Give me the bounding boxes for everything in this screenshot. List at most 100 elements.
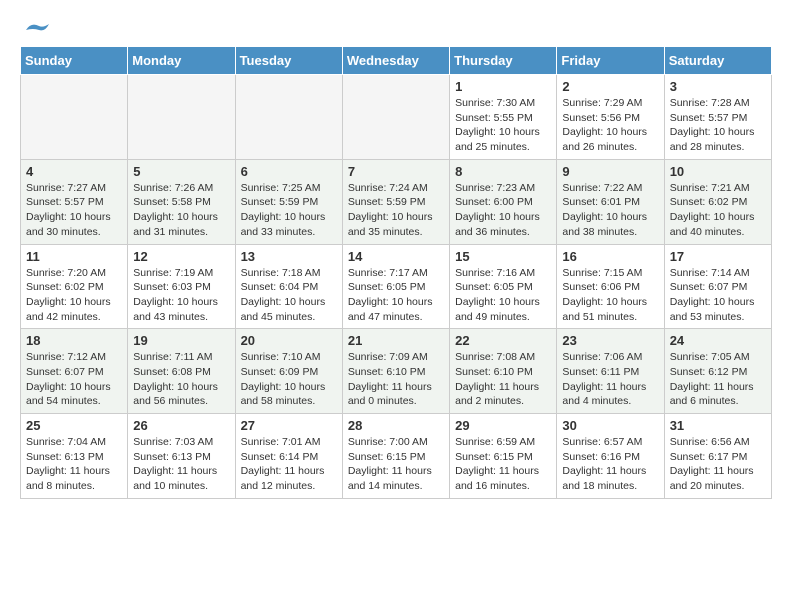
logo — [20, 20, 52, 36]
sunset-label: Sunset: 6:05 PM — [348, 281, 426, 293]
sunset-label: Sunset: 6:10 PM — [455, 366, 533, 378]
day-info: Sunrise: 7:26 AM Sunset: 5:58 PM Dayligh… — [133, 181, 229, 240]
sunset-label: Sunset: 6:05 PM — [455, 281, 533, 293]
sunset-label: Sunset: 5:58 PM — [133, 196, 211, 208]
day-info: Sunrise: 7:20 AM Sunset: 6:02 PM Dayligh… — [26, 266, 122, 325]
sunrise-label: Sunrise: 7:10 AM — [241, 351, 321, 363]
calendar-cell: 14 Sunrise: 7:17 AM Sunset: 6:05 PM Dayl… — [342, 244, 449, 329]
daylight-label: Daylight: 10 hours and 38 minutes. — [562, 211, 647, 238]
day-number: 6 — [241, 164, 337, 179]
day-info: Sunrise: 7:14 AM Sunset: 6:07 PM Dayligh… — [670, 266, 766, 325]
sunrise-label: Sunrise: 7:19 AM — [133, 267, 213, 279]
daylight-label: Daylight: 11 hours and 10 minutes. — [133, 465, 217, 492]
day-number: 7 — [348, 164, 444, 179]
day-info: Sunrise: 7:04 AM Sunset: 6:13 PM Dayligh… — [26, 435, 122, 494]
day-number: 13 — [241, 249, 337, 264]
day-number: 30 — [562, 418, 658, 433]
sunset-label: Sunset: 6:15 PM — [348, 451, 426, 463]
sunset-label: Sunset: 6:02 PM — [26, 281, 104, 293]
sunset-label: Sunset: 6:14 PM — [241, 451, 319, 463]
daylight-label: Daylight: 10 hours and 58 minutes. — [241, 381, 326, 408]
day-number: 26 — [133, 418, 229, 433]
header-thursday: Thursday — [450, 47, 557, 75]
calendar-cell: 9 Sunrise: 7:22 AM Sunset: 6:01 PM Dayli… — [557, 159, 664, 244]
sunrise-label: Sunrise: 6:59 AM — [455, 436, 535, 448]
calendar-cell: 28 Sunrise: 7:00 AM Sunset: 6:15 PM Dayl… — [342, 414, 449, 499]
day-info: Sunrise: 7:29 AM Sunset: 5:56 PM Dayligh… — [562, 96, 658, 155]
daylight-label: Daylight: 11 hours and 4 minutes. — [562, 381, 646, 408]
calendar-cell: 19 Sunrise: 7:11 AM Sunset: 6:08 PM Dayl… — [128, 329, 235, 414]
sunset-label: Sunset: 6:01 PM — [562, 196, 640, 208]
sunset-label: Sunset: 6:00 PM — [455, 196, 533, 208]
day-info: Sunrise: 7:15 AM Sunset: 6:06 PM Dayligh… — [562, 266, 658, 325]
sunset-label: Sunset: 6:08 PM — [133, 366, 211, 378]
calendar-cell — [21, 75, 128, 160]
day-info: Sunrise: 7:18 AM Sunset: 6:04 PM Dayligh… — [241, 266, 337, 325]
day-info: Sunrise: 7:30 AM Sunset: 5:55 PM Dayligh… — [455, 96, 551, 155]
sunset-label: Sunset: 6:15 PM — [455, 451, 533, 463]
calendar-cell: 8 Sunrise: 7:23 AM Sunset: 6:00 PM Dayli… — [450, 159, 557, 244]
day-number: 25 — [26, 418, 122, 433]
day-number: 4 — [26, 164, 122, 179]
day-info: Sunrise: 7:24 AM Sunset: 5:59 PM Dayligh… — [348, 181, 444, 240]
day-number: 10 — [670, 164, 766, 179]
day-info: Sunrise: 7:27 AM Sunset: 5:57 PM Dayligh… — [26, 181, 122, 240]
sunset-label: Sunset: 5:57 PM — [26, 196, 104, 208]
daylight-label: Daylight: 10 hours and 43 minutes. — [133, 296, 218, 323]
calendar-cell: 12 Sunrise: 7:19 AM Sunset: 6:03 PM Dayl… — [128, 244, 235, 329]
day-number: 16 — [562, 249, 658, 264]
header-wednesday: Wednesday — [342, 47, 449, 75]
day-number: 31 — [670, 418, 766, 433]
day-info: Sunrise: 6:59 AM Sunset: 6:15 PM Dayligh… — [455, 435, 551, 494]
calendar-cell: 20 Sunrise: 7:10 AM Sunset: 6:09 PM Dayl… — [235, 329, 342, 414]
daylight-label: Daylight: 10 hours and 51 minutes. — [562, 296, 647, 323]
daylight-label: Daylight: 11 hours and 14 minutes. — [348, 465, 432, 492]
sunset-label: Sunset: 6:09 PM — [241, 366, 319, 378]
calendar-cell: 7 Sunrise: 7:24 AM Sunset: 5:59 PM Dayli… — [342, 159, 449, 244]
day-number: 27 — [241, 418, 337, 433]
day-info: Sunrise: 7:03 AM Sunset: 6:13 PM Dayligh… — [133, 435, 229, 494]
day-number: 2 — [562, 79, 658, 94]
sunset-label: Sunset: 6:03 PM — [133, 281, 211, 293]
day-info: Sunrise: 7:17 AM Sunset: 6:05 PM Dayligh… — [348, 266, 444, 325]
calendar-cell: 4 Sunrise: 7:27 AM Sunset: 5:57 PM Dayli… — [21, 159, 128, 244]
sunset-label: Sunset: 5:55 PM — [455, 112, 533, 124]
day-number: 5 — [133, 164, 229, 179]
daylight-label: Daylight: 10 hours and 40 minutes. — [670, 211, 755, 238]
sunset-label: Sunset: 5:59 PM — [348, 196, 426, 208]
sunrise-label: Sunrise: 7:24 AM — [348, 182, 428, 194]
calendar-cell: 18 Sunrise: 7:12 AM Sunset: 6:07 PM Dayl… — [21, 329, 128, 414]
daylight-label: Daylight: 11 hours and 12 minutes. — [241, 465, 325, 492]
sunrise-label: Sunrise: 7:27 AM — [26, 182, 106, 194]
sunset-label: Sunset: 6:12 PM — [670, 366, 748, 378]
day-number: 15 — [455, 249, 551, 264]
sunrise-label: Sunrise: 7:15 AM — [562, 267, 642, 279]
sunset-label: Sunset: 6:07 PM — [26, 366, 104, 378]
sunrise-label: Sunrise: 7:03 AM — [133, 436, 213, 448]
calendar-cell: 13 Sunrise: 7:18 AM Sunset: 6:04 PM Dayl… — [235, 244, 342, 329]
day-number: 23 — [562, 333, 658, 348]
sunrise-label: Sunrise: 7:29 AM — [562, 97, 642, 109]
header-sunday: Sunday — [21, 47, 128, 75]
calendar-cell: 3 Sunrise: 7:28 AM Sunset: 5:57 PM Dayli… — [664, 75, 771, 160]
day-number: 14 — [348, 249, 444, 264]
day-info: Sunrise: 7:08 AM Sunset: 6:10 PM Dayligh… — [455, 350, 551, 409]
calendar-cell: 1 Sunrise: 7:30 AM Sunset: 5:55 PM Dayli… — [450, 75, 557, 160]
day-info: Sunrise: 7:01 AM Sunset: 6:14 PM Dayligh… — [241, 435, 337, 494]
sunset-label: Sunset: 6:02 PM — [670, 196, 748, 208]
calendar-cell — [235, 75, 342, 160]
calendar-cell: 27 Sunrise: 7:01 AM Sunset: 6:14 PM Dayl… — [235, 414, 342, 499]
calendar-cell: 24 Sunrise: 7:05 AM Sunset: 6:12 PM Dayl… — [664, 329, 771, 414]
sunrise-label: Sunrise: 7:26 AM — [133, 182, 213, 194]
daylight-label: Daylight: 10 hours and 25 minutes. — [455, 126, 540, 153]
calendar-cell: 22 Sunrise: 7:08 AM Sunset: 6:10 PM Dayl… — [450, 329, 557, 414]
sunset-label: Sunset: 6:13 PM — [26, 451, 104, 463]
day-info: Sunrise: 7:11 AM Sunset: 6:08 PM Dayligh… — [133, 350, 229, 409]
calendar-cell — [342, 75, 449, 160]
sunset-label: Sunset: 6:06 PM — [562, 281, 640, 293]
daylight-label: Daylight: 10 hours and 56 minutes. — [133, 381, 218, 408]
daylight-label: Daylight: 10 hours and 35 minutes. — [348, 211, 433, 238]
daylight-label: Daylight: 10 hours and 31 minutes. — [133, 211, 218, 238]
sunset-label: Sunset: 6:16 PM — [562, 451, 640, 463]
day-info: Sunrise: 7:05 AM Sunset: 6:12 PM Dayligh… — [670, 350, 766, 409]
